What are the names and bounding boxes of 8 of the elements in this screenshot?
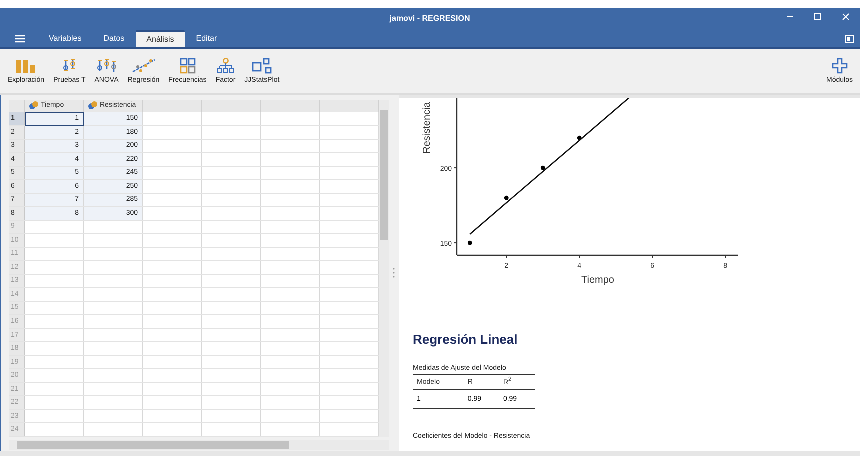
tab[interactable]: Editar	[185, 30, 228, 47]
window-title: jamovi - REGRESION	[390, 14, 470, 22]
tab[interactable]: Análisis	[136, 30, 186, 47]
tab[interactable]: Variables	[38, 30, 93, 47]
results-heading: Regresión Lineal	[413, 332, 519, 347]
axis-title: Tiempo	[582, 275, 614, 286]
axis-title: Resistencia	[422, 102, 433, 154]
tab[interactable]: Datos	[92, 30, 136, 47]
